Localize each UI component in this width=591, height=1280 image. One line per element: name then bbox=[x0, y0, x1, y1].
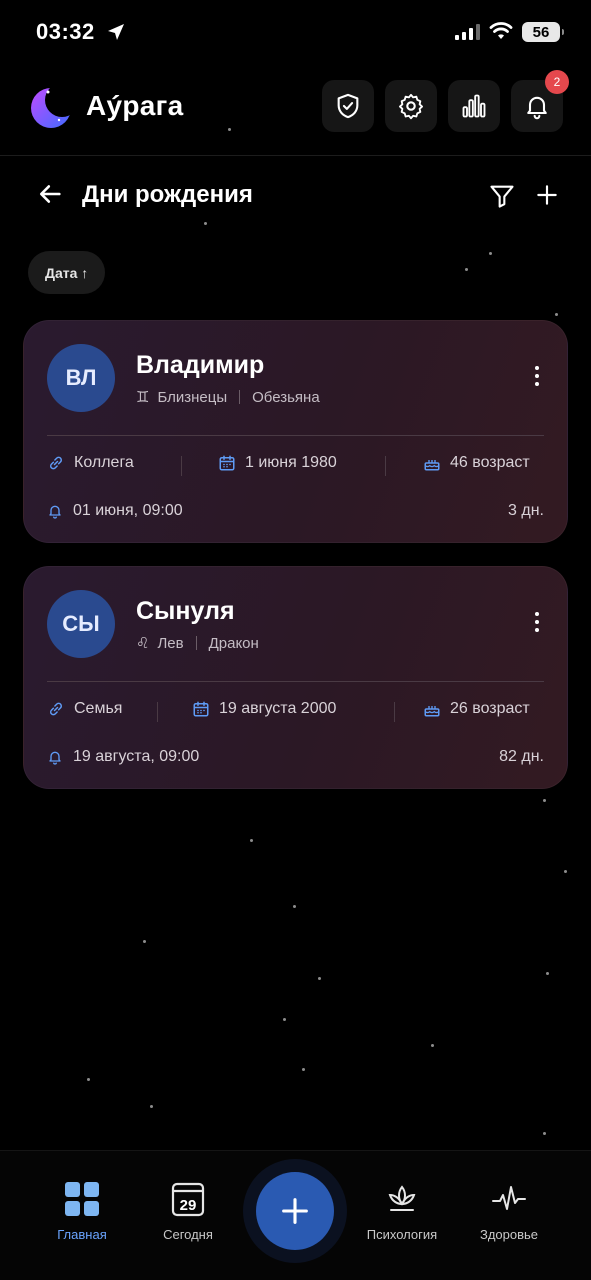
bell-icon bbox=[49, 505, 61, 519]
filter-icon[interactable] bbox=[488, 182, 516, 210]
birthdate-info: 1 июня 1980 bbox=[218, 454, 337, 472]
zodiac-sign: Близнецы bbox=[157, 388, 228, 406]
zodiac-leo-icon: ♌ bbox=[136, 635, 150, 652]
person-signs: ♊ Близнецы Обезьяна bbox=[136, 388, 320, 407]
relation-info: Семья bbox=[47, 700, 122, 718]
grid-home-icon bbox=[65, 1182, 99, 1216]
nav-today-label: Сегодня bbox=[163, 1227, 213, 1242]
wifi-icon bbox=[489, 22, 513, 39]
nav-health-label: Здоровье bbox=[479, 1227, 539, 1242]
stats-button[interactable] bbox=[448, 80, 500, 132]
cake-icon bbox=[424, 460, 440, 471]
nav-today[interactable]: 29 Сегодня bbox=[138, 1181, 238, 1242]
person-signs: ♌ Лев Дракон bbox=[136, 634, 259, 653]
nav-health[interactable]: Здоровье bbox=[459, 1181, 559, 1242]
status-bar: 03:32 56 bbox=[0, 0, 591, 64]
days-left: 82 дн. bbox=[499, 748, 544, 765]
calendar-day-icon: 29 bbox=[171, 1182, 205, 1217]
chinese-zodiac-animal: Дракон bbox=[208, 634, 259, 652]
age-label: 26 возраст bbox=[450, 700, 530, 717]
avatar: ВЛ bbox=[47, 344, 115, 412]
birthdate-info: 19 августа 2000 bbox=[192, 700, 336, 718]
card-divider bbox=[47, 681, 544, 682]
calendar-icon bbox=[219, 455, 235, 471]
moon-logo-icon bbox=[31, 83, 78, 128]
card-divider bbox=[47, 435, 544, 436]
app-brand: Аýрага bbox=[86, 90, 184, 121]
reminder-label: 01 июня, 09:00 bbox=[73, 502, 183, 519]
heart-pulse-icon bbox=[492, 1186, 526, 1210]
notifications-button[interactable]: 2 bbox=[511, 70, 569, 132]
page-titlebar: Дни рождения bbox=[0, 170, 591, 220]
age-info: 46 возраст bbox=[423, 454, 530, 472]
nav-home[interactable]: Главная bbox=[32, 1181, 132, 1242]
relation-info: Коллега bbox=[47, 454, 134, 472]
link-icon bbox=[49, 456, 63, 470]
notification-badge: 2 bbox=[545, 70, 569, 94]
relation-label: Семья bbox=[74, 700, 123, 717]
birthday-card[interactable]: ВЛ Владимир ♊ Близнецы Обезьяна Коллега … bbox=[23, 320, 568, 543]
settings-button[interactable] bbox=[385, 80, 437, 132]
status-time: 03:32 bbox=[36, 19, 95, 44]
nav-psychology[interactable]: Психология bbox=[352, 1181, 452, 1242]
bell-icon bbox=[49, 751, 61, 765]
reminder-label: 19 августа, 09:00 bbox=[73, 748, 200, 765]
cake-icon bbox=[424, 706, 440, 717]
back-arrow-icon[interactable] bbox=[36, 180, 64, 208]
age-label: 46 возраст bbox=[450, 454, 530, 471]
lotus-icon bbox=[388, 1185, 416, 1211]
plus-icon bbox=[282, 1198, 308, 1224]
battery-indicator: 56 bbox=[522, 22, 564, 42]
age-info: 26 возраст bbox=[423, 700, 530, 718]
zodiac-sign: Лев bbox=[157, 634, 184, 652]
days-left: 3 дн. bbox=[508, 502, 544, 519]
nav-psychology-label: Психология bbox=[366, 1227, 438, 1242]
app-header: Аýрага 2 bbox=[0, 70, 591, 156]
birthday-card[interactable]: СЫ Сынуля ♌ Лев Дракон Семья 19 августа … bbox=[23, 566, 568, 789]
reminder-info: 01 июня, 09:00 bbox=[47, 502, 183, 520]
zodiac-gemini-icon: ♊ bbox=[136, 389, 150, 406]
gear-icon bbox=[398, 93, 424, 120]
bottom-navigation: Главная 29 Сегодня Психология Здоровье bbox=[0, 1150, 591, 1280]
shield-check-icon bbox=[337, 93, 359, 119]
sort-date-chip[interactable]: Дата ↑ bbox=[28, 251, 106, 294]
sort-chip-label: Дата ↑ bbox=[45, 264, 89, 281]
more-options-icon[interactable] bbox=[535, 366, 539, 386]
page-title: Дни рождения bbox=[82, 181, 253, 208]
more-options-icon[interactable] bbox=[535, 612, 539, 632]
bell-icon bbox=[527, 96, 547, 120]
chinese-zodiac-animal: Обезьяна bbox=[252, 388, 320, 406]
person-name: Сынуля bbox=[136, 597, 235, 625]
cellular-signal-icon bbox=[455, 24, 480, 40]
add-icon[interactable] bbox=[534, 182, 560, 208]
birthdate-label: 19 августа 2000 bbox=[219, 700, 337, 717]
relation-label: Коллега bbox=[74, 454, 134, 471]
avatar: СЫ bbox=[47, 590, 115, 658]
reminder-info: 19 августа, 09:00 bbox=[47, 748, 199, 766]
nav-home-label: Главная bbox=[57, 1227, 107, 1242]
bar-chart-icon bbox=[462, 94, 486, 118]
security-button[interactable] bbox=[322, 80, 374, 132]
add-fab-button[interactable] bbox=[256, 1172, 334, 1250]
calendar-day-number: 29 bbox=[180, 1197, 197, 1214]
link-icon bbox=[49, 702, 63, 716]
person-name: Владимир bbox=[136, 351, 265, 379]
location-arrow-icon bbox=[108, 24, 124, 40]
calendar-icon bbox=[193, 701, 209, 717]
birthdate-label: 1 июня 1980 bbox=[245, 454, 337, 471]
